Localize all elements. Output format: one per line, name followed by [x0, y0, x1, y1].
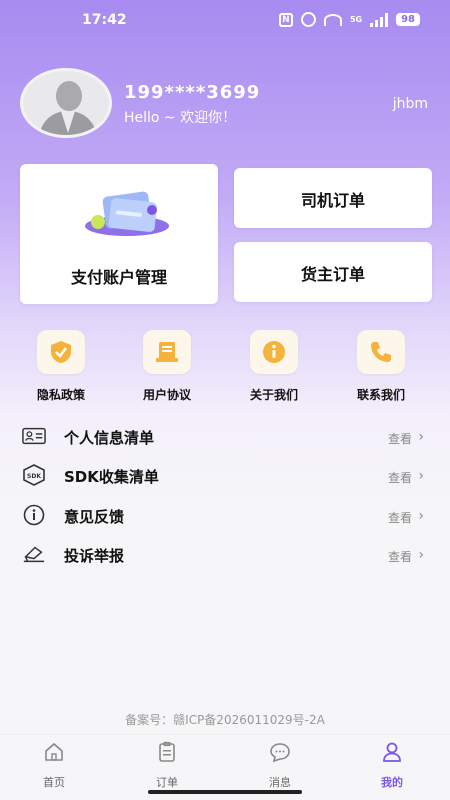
driver-orders-card[interactable]: 司机订单 — [234, 168, 432, 228]
avatar-image — [20, 68, 112, 138]
list-item-sdk[interactable]: SDK SDK收集清单 查看 › — [0, 460, 450, 490]
driver-orders-label: 司机订单 — [300, 191, 365, 210]
tab-messages[interactable]: 消息 — [250, 741, 310, 790]
list-item-feedback[interactable]: 意见反馈 查看 › — [0, 500, 450, 530]
alarm-icon — [300, 12, 316, 27]
tab-label: 首页 — [43, 776, 65, 789]
document-icon — [143, 330, 191, 374]
list-item-label: 个人信息清单 — [64, 429, 155, 447]
chat-icon — [270, 743, 290, 763]
owner-orders-label: 货主订单 — [300, 265, 365, 284]
user-phone: 199****3699 — [124, 82, 261, 103]
quick-link-label: 关于我们 — [249, 388, 298, 402]
battery-indicator: 98 — [396, 13, 420, 26]
greeting-text: Hello ~ 欢迎你！ — [124, 110, 237, 126]
list-item-label: 投诉举报 — [64, 547, 125, 565]
tab-home[interactable]: 首页 — [24, 741, 84, 790]
status-icons: N 5G 98 — [278, 12, 420, 27]
list-item-personal-info[interactable]: 个人信息清单 查看 › — [0, 421, 450, 451]
sdk-icon: SDK — [22, 464, 46, 486]
avatar[interactable] — [20, 68, 112, 138]
quick-link-label: 隐私政策 — [36, 388, 85, 402]
home-icon — [45, 742, 63, 761]
quick-link-agreement[interactable]: 用户协议 — [132, 330, 202, 403]
tab-orders[interactable]: 订单 — [137, 741, 197, 790]
status-bar: 17:42 N 5G 98 — [0, 0, 450, 40]
tab-label: 我的 — [381, 776, 403, 789]
report-icon — [22, 544, 46, 564]
avatar-head — [56, 81, 82, 111]
list-item-label: 意见反馈 — [64, 508, 125, 526]
payment-account-card[interactable]: 支付账户管理 — [20, 164, 218, 304]
quick-link-about[interactable]: 关于我们 — [239, 330, 309, 403]
status-time: 17:42 — [82, 12, 127, 28]
tab-label: 订单 — [156, 776, 178, 789]
id-card-icon — [22, 426, 46, 446]
info-circle-icon — [22, 504, 46, 526]
signal-icon — [370, 12, 389, 27]
tab-label: 消息 — [269, 776, 291, 789]
chevron-right-icon: › — [418, 429, 424, 445]
chevron-right-icon: › — [418, 547, 424, 563]
user-icon — [383, 742, 401, 762]
phone-icon — [357, 330, 405, 374]
payment-account-label: 支付账户管理 — [70, 268, 167, 287]
view-link[interactable]: 查看 — [388, 469, 412, 486]
icp-record: 备案号：赣ICP备2026011029号-2A — [125, 713, 325, 727]
info-icon — [250, 330, 298, 374]
view-link[interactable]: 查看 — [388, 509, 412, 526]
chevron-right-icon: › — [418, 508, 424, 524]
shield-check-icon — [37, 330, 85, 374]
view-link[interactable]: 查看 — [388, 430, 412, 447]
owner-orders-card[interactable]: 货主订单 — [234, 242, 432, 302]
quick-link-label: 联系我们 — [356, 388, 405, 402]
quick-link-contact[interactable]: 联系我们 — [346, 330, 416, 403]
wallet-icon — [85, 191, 169, 236]
nfc-icon: N — [278, 12, 293, 27]
list-item-label: SDK收集清单 — [64, 468, 159, 486]
clipboard-icon — [159, 741, 175, 762]
svg-text:SDK: SDK — [27, 473, 41, 480]
view-link[interactable]: 查看 — [388, 548, 412, 565]
list-item-report[interactable]: 投诉举报 查看 › — [0, 539, 450, 569]
quick-link-privacy[interactable]: 隐私政策 — [26, 330, 96, 403]
home-indicator — [148, 790, 302, 794]
username: jhbm — [392, 96, 428, 112]
chevron-right-icon: › — [418, 468, 424, 484]
wifi-icon — [323, 13, 342, 26]
quick-link-label: 用户协议 — [142, 388, 191, 402]
tab-mine[interactable]: 我的 — [362, 741, 422, 790]
network-type: 5G — [349, 15, 363, 24]
